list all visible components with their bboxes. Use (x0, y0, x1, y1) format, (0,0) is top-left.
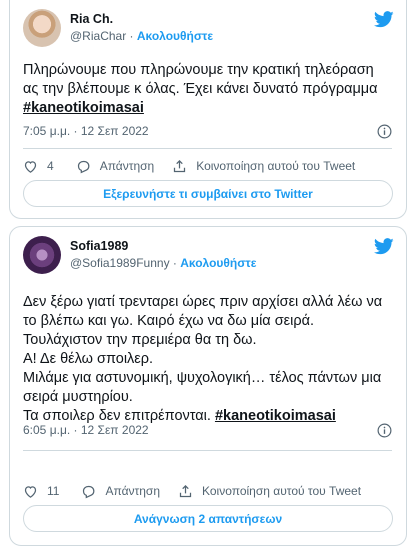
tweet-header: Ria Ch. @RiaChar · Ακολουθήστε (23, 9, 394, 51)
divider (23, 450, 392, 451)
tweet-text-body: Πληρώνουμε που πληρώνουμε την κρατική τη… (23, 62, 378, 97)
tweet-text: Πληρώνουμε που πληρώνουμε την κρατική τη… (23, 61, 392, 118)
like-button[interactable]: 11 (23, 484, 59, 499)
tweet-text-line: Α! Δε θέλω σποιλερ. (23, 351, 154, 367)
share-icon (174, 159, 186, 172)
follow-button[interactable]: Ακολουθήστε (180, 256, 256, 270)
author-block: Ria Ch. @RiaChar · Ακολουθήστε (70, 12, 213, 44)
share-label: Κοινοποίηση αυτού του Tweet (196, 159, 356, 173)
share-button[interactable]: Κοινοποίηση αυτού του Tweet (172, 159, 355, 174)
hashtag-link[interactable]: #kaneotikoimasai (23, 100, 144, 116)
tweet-text-line: Μιλάμε για αστυνομική, ψυχολογική… τέλος… (23, 370, 382, 405)
separator: · (126, 29, 137, 43)
reply-button[interactable]: Απάντηση (76, 159, 155, 174)
tweet-text-line: Δεν ξέρω γιατί τρενταρει ώρες πριν αρχίσ… (23, 294, 383, 329)
share-icon (179, 484, 192, 497)
reply-label: Απάντηση (99, 159, 155, 173)
tweet-header: Sofia1989 @Sofia1989Funny · Ακολουθήστε (23, 236, 394, 278)
twitter-bird-icon[interactable] (374, 11, 394, 28)
twitter-bird-icon[interactable] (374, 238, 394, 255)
reply-icon (83, 485, 95, 498)
handle-row: @Sofia1989Funny · Ακολουθήστε (70, 256, 256, 271)
author-handle[interactable]: @RiaChar (70, 29, 126, 43)
share-button[interactable]: Κοινοποίηση αυτού του Tweet (178, 484, 361, 499)
heart-icon (24, 160, 37, 173)
tweet-time-row: 7:05 μ.μ. · 12 Σεπ 2022 (23, 124, 392, 140)
tweet-actions: 4 Απάντηση Κοινοποίηση αυτού του Tweet (23, 157, 392, 175)
heart-icon (24, 485, 37, 498)
tweet-time-row: 6:05 μ.μ. · 12 Σεπ 2022 (23, 423, 392, 439)
reply-label: Απάντηση (105, 484, 161, 498)
tweet-text: Δεν ξέρω γιατί τρενταρει ώρες πριν αρχίσ… (23, 293, 392, 426)
tweet-card: Sofia1989 @Sofia1989Funny · Ακολουθήστε … (9, 226, 407, 546)
tweet-timestamp[interactable]: 7:05 μ.μ. · 12 Σεπ 2022 (23, 124, 149, 138)
avatar[interactable] (23, 236, 61, 274)
info-icon[interactable] (377, 423, 392, 438)
like-count: 11 (47, 484, 60, 498)
reply-button[interactable]: Απάντηση (81, 484, 160, 499)
author-block: Sofia1989 @Sofia1989Funny · Ακολουθήστε (70, 239, 256, 271)
hashtag-link[interactable]: #kaneotikoimasai (215, 408, 336, 424)
tweet-timestamp[interactable]: 6:05 μ.μ. · 12 Σεπ 2022 (23, 423, 149, 437)
divider (23, 148, 392, 149)
separator: · (169, 256, 181, 270)
tweet-card: Ria Ch. @RiaChar · Ακολουθήστε Πληρώνουμ… (9, 0, 407, 219)
handle-row: @RiaChar · Ακολουθήστε (70, 29, 213, 44)
tweet-text-body: Τα σποιλερ δεν επιτρέπονται. (23, 408, 215, 424)
tweet-text-line: Τουλάχιστον την πρεμιέρα θα τη δω. (23, 332, 257, 348)
author-name[interactable]: Sofia1989 (70, 239, 256, 254)
reply-icon (77, 160, 90, 173)
avatar[interactable] (23, 9, 61, 47)
explore-twitter-button[interactable]: Εξερευνήστε τι συμβαίνει στο Twitter (23, 180, 393, 207)
info-icon[interactable] (377, 124, 392, 139)
like-button[interactable]: 4 (23, 159, 54, 174)
tweet-actions: 11 Απάντηση Κοινοποίηση αυτού του Tweet (23, 482, 392, 500)
like-count: 4 (47, 159, 54, 173)
share-label: Κοινοποίηση αυτού του Tweet (202, 484, 362, 498)
read-replies-button[interactable]: Ανάγνωση 2 απαντήσεων (23, 505, 393, 532)
follow-button[interactable]: Ακολουθήστε (137, 29, 213, 43)
author-name[interactable]: Ria Ch. (70, 12, 213, 27)
author-handle[interactable]: @Sofia1989Funny (70, 256, 170, 270)
